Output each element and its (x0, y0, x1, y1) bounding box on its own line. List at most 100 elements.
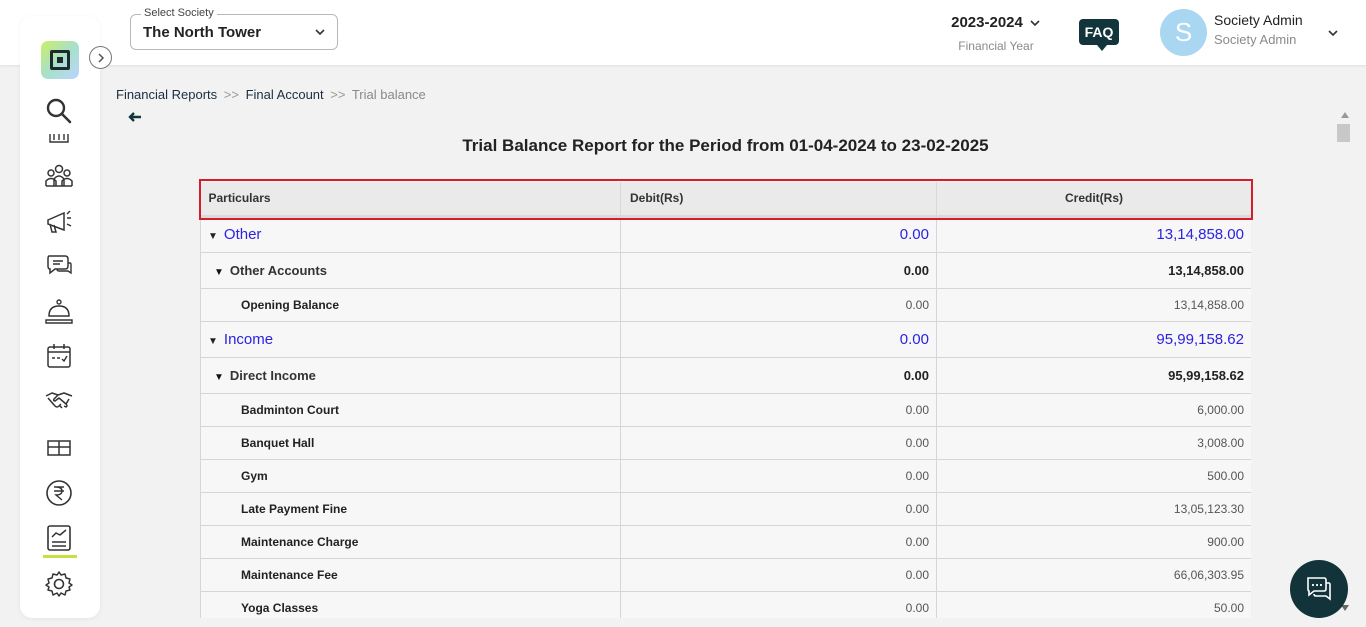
breadcrumb-final-account[interactable]: Final Account (246, 87, 324, 102)
particulars-label: Gym (241, 468, 268, 483)
user-name: Society Admin (1214, 12, 1303, 28)
debit-cell: 0.00 (620, 215, 937, 253)
credit-cell: 95,99,158.62 (936, 320, 1251, 358)
active-indicator (43, 555, 77, 558)
reports-icon[interactable] (44, 523, 74, 553)
table-header-row: Particulars Debit(Rs) Credit(Rs) (200, 182, 1251, 218)
chevron-down-icon[interactable] (1326, 26, 1340, 45)
breadcrumb-current: Trial balance (351, 87, 426, 102)
app-logo[interactable] (41, 41, 79, 79)
building-icon[interactable] (44, 130, 74, 144)
breadcrumb-financial-reports[interactable]: Financial Reports (116, 87, 217, 102)
particulars-label: Income (223, 330, 274, 348)
society-select-value: The North Tower (143, 24, 262, 41)
members-icon[interactable] (44, 161, 74, 191)
debit-cell: 0.00 (620, 524, 937, 559)
credit-cell: 50.00 (936, 590, 1251, 618)
breadcrumb-separator: >> (223, 87, 239, 102)
debit-cell: 0.00 (620, 590, 937, 618)
user-role: Society Admin (1214, 32, 1297, 47)
table-row: Late Payment Fine 0.00 13,05,123.30 (200, 491, 1251, 526)
particulars-cell: Gym (200, 458, 621, 493)
credit-cell: 6,000.00 (936, 392, 1251, 427)
user-menu[interactable]: Society Admin Society Admin (1214, 12, 1303, 47)
back-arrow-icon[interactable] (127, 110, 143, 128)
particulars-label: Late Payment Fine (241, 501, 348, 516)
particulars-label: Yoga Classes (241, 600, 319, 615)
avatar[interactable]: S (1160, 9, 1207, 56)
table-row: Yoga Classes 0.00 50.00 (200, 590, 1251, 618)
table-row: Banquet Hall 0.00 3,008.00 (200, 425, 1251, 460)
debit-cell: 0.00 (620, 425, 937, 460)
chat-bubbles-icon[interactable] (44, 251, 74, 281)
particulars-cell: ▼ Other Accounts (200, 251, 621, 289)
particulars-cell: ▼ Income (200, 320, 621, 358)
collapse-triangle-icon[interactable]: ▼ (208, 336, 218, 347)
credit-cell: 500.00 (936, 458, 1251, 493)
chevron-right-icon (98, 53, 105, 63)
column-header-particulars: Particulars (200, 182, 621, 218)
group-row[interactable]: ▼ Other 0.00 13,14,858.00 (200, 215, 1251, 253)
debit-cell: 0.00 (620, 251, 937, 289)
chat-support-button[interactable] (1290, 560, 1348, 618)
chevron-down-icon (313, 25, 327, 44)
scrollbar-thumb[interactable] (1337, 124, 1350, 142)
financial-year-selector[interactable]: 2023-2024 Financial Year (940, 14, 1052, 53)
service-bell-icon[interactable] (44, 296, 74, 326)
search-icon[interactable] (44, 96, 74, 126)
credit-cell: 66,06,303.95 (936, 557, 1251, 592)
announcement-icon[interactable] (44, 206, 74, 236)
parcel-icon[interactable] (44, 432, 74, 462)
collapse-triangle-icon[interactable]: ▼ (208, 231, 218, 242)
particulars-cell: Maintenance Fee (200, 557, 621, 592)
debit-cell: 0.00 (620, 356, 937, 394)
particulars-label: Badminton Court (241, 402, 339, 417)
particulars-label: Maintenance Charge (241, 534, 359, 549)
handshake-icon[interactable] (44, 386, 74, 416)
breadcrumb: Financial Reports >> Final Account >> Tr… (116, 87, 426, 102)
top-header: Select Society The North Tower 2023-2024… (0, 0, 1366, 65)
particulars-cell: Late Payment Fine (200, 491, 621, 526)
group-row[interactable]: ▼ Income 0.00 95,99,158.62 (200, 320, 1251, 358)
expand-sidebar-button[interactable] (89, 46, 112, 69)
collapse-triangle-icon[interactable]: ▼ (214, 372, 224, 383)
society-select[interactable]: Select Society The North Tower (130, 7, 338, 50)
table-row: Gym 0.00 500.00 (200, 458, 1251, 493)
debit-cell: 0.00 (620, 458, 937, 493)
particulars-label: Other Accounts (229, 262, 327, 278)
credit-cell: 13,05,123.30 (936, 491, 1251, 526)
calendar-icon[interactable] (44, 341, 74, 371)
credit-cell: 13,14,858.00 (936, 251, 1251, 289)
particulars-cell: Maintenance Charge (200, 524, 621, 559)
particulars-label: Banquet Hall (241, 435, 315, 450)
particulars-label: Other (223, 226, 262, 243)
debit-cell: 0.00 (620, 320, 937, 358)
credit-cell: 95,99,158.62 (936, 356, 1251, 394)
subgroup-row[interactable]: ▼ Other Accounts 0.00 13,14,858.00 (200, 251, 1251, 289)
particulars-cell: Yoga Classes (200, 590, 621, 618)
rupee-icon[interactable] (44, 478, 74, 508)
particulars-label: Opening Balance (241, 297, 340, 312)
credit-cell: 13,14,858.00 (936, 287, 1251, 322)
report-title: Trial Balance Report for the Period from… (462, 136, 989, 155)
table-row: Badminton Court 0.00 6,000.00 (200, 392, 1251, 427)
subgroup-row[interactable]: ▼ Direct Income 0.00 95,99,158.62 (200, 356, 1251, 394)
particulars-cell: Opening Balance (200, 287, 621, 322)
scroll-up-arrow[interactable] (1341, 112, 1349, 118)
particulars-cell: ▼ Direct Income (200, 356, 621, 394)
debit-cell: 0.00 (620, 392, 937, 427)
credit-cell: 900.00 (936, 524, 1251, 559)
table-row: Maintenance Fee 0.00 66,06,303.95 (200, 557, 1251, 592)
chevron-down-icon (1030, 20, 1040, 27)
table-row: Maintenance Charge 0.00 900.00 (200, 524, 1251, 559)
settings-icon[interactable] (44, 569, 74, 599)
table-row: Opening Balance 0.00 13,14,858.00 (200, 287, 1251, 322)
particulars-cell: Badminton Court (200, 392, 621, 427)
sidebar (20, 16, 100, 618)
collapse-triangle-icon[interactable]: ▼ (214, 267, 224, 278)
debit-cell: 0.00 (620, 491, 937, 526)
particulars-cell: ▼ Other (200, 215, 621, 253)
debit-cell: 0.00 (620, 557, 937, 592)
faq-button[interactable]: FAQ (1079, 19, 1119, 51)
chat-icon (1307, 577, 1331, 601)
